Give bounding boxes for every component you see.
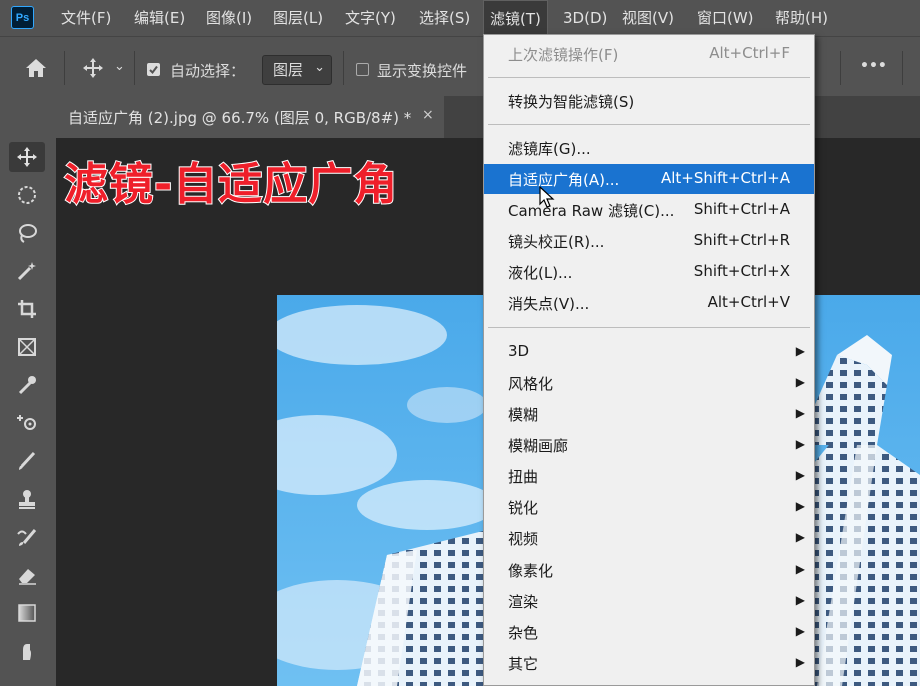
- menu-item-video[interactable]: 视频 ▶: [484, 523, 814, 553]
- home-icon[interactable]: [24, 57, 48, 83]
- chevron-right-icon: ▶: [795, 375, 805, 389]
- photoshop-logo-icon[interactable]: Ps: [11, 6, 34, 29]
- menu-item-blur[interactable]: 模糊 ▶: [484, 399, 814, 429]
- eraser-icon[interactable]: [9, 560, 45, 590]
- smudge-tool-icon[interactable]: [9, 636, 45, 666]
- chevron-down-icon[interactable]: ⌄: [114, 59, 125, 74]
- mouse-cursor-icon: [539, 186, 555, 208]
- healing-brush-icon[interactable]: [9, 408, 45, 438]
- chevron-right-icon: ▶: [795, 655, 805, 669]
- document-tab[interactable]: 自适应广角 (2).jpg @ 66.7% (图层 0, RGB/8#) * ×: [56, 96, 444, 138]
- menu-divider: [488, 124, 810, 125]
- menu-item-convert-smart-filter[interactable]: 转换为智能滤镜(S): [484, 86, 814, 116]
- chevron-right-icon: ▶: [795, 530, 805, 544]
- menu-divider: [488, 77, 810, 78]
- auto-select-label: 自动选择：: [170, 62, 246, 80]
- menu-item-stylize[interactable]: 风格化 ▶: [484, 368, 814, 398]
- eyedropper-icon[interactable]: [9, 370, 45, 400]
- menu-item-camera-raw[interactable]: Camera Raw 滤镜(C)... Shift+Ctrl+A: [484, 195, 814, 225]
- chevron-down-icon: ⌄: [314, 60, 325, 75]
- menu-item-other[interactable]: 其它 ▶: [484, 648, 814, 678]
- clone-stamp-icon[interactable]: [9, 484, 45, 514]
- menu-item-pixelate[interactable]: 像素化 ▶: [484, 555, 814, 585]
- lasso-tool-icon[interactable]: [9, 218, 45, 248]
- menu-3d[interactable]: 3D(D): [563, 0, 607, 36]
- layer-select-dropdown[interactable]: 图层 ⌄: [262, 55, 332, 85]
- menu-filter[interactable]: 滤镜(T): [483, 0, 548, 36]
- menu-layer[interactable]: 图层(L): [273, 0, 323, 36]
- menu-help[interactable]: 帮助(H): [775, 0, 828, 36]
- menu-item-noise[interactable]: 杂色 ▶: [484, 617, 814, 647]
- menu-view[interactable]: 视图(V): [622, 0, 674, 36]
- chevron-right-icon: ▶: [795, 468, 805, 482]
- marquee-tool-icon[interactable]: [9, 180, 45, 210]
- show-transform-label: 显示变换控件: [377, 62, 468, 80]
- layer-select-value: 图层: [273, 61, 304, 79]
- menu-edit[interactable]: 编辑(E): [134, 0, 185, 36]
- move-tool-icon[interactable]: [9, 142, 45, 172]
- filter-menu-dropdown: 上次滤镜操作(F) Alt+Ctrl+F 转换为智能滤镜(S) 滤镜库(G)...…: [483, 34, 815, 686]
- gradient-tool-icon[interactable]: [9, 598, 45, 628]
- menu-item-lens-correction[interactable]: 镜头校正(R)... Shift+Ctrl+R: [484, 226, 814, 256]
- menu-type[interactable]: 文字(Y): [345, 0, 396, 36]
- menu-item-vanishing-point[interactable]: 消失点(V)... Alt+Ctrl+V: [484, 288, 814, 318]
- menu-item-filter-gallery[interactable]: 滤镜库(G)...: [484, 133, 814, 163]
- close-icon[interactable]: ×: [422, 107, 434, 123]
- menu-window[interactable]: 窗口(W): [697, 0, 754, 36]
- chevron-right-icon: ▶: [795, 624, 805, 638]
- brush-tool-icon[interactable]: [9, 446, 45, 476]
- menu-image[interactable]: 图像(I): [206, 0, 252, 36]
- magic-wand-icon[interactable]: [9, 256, 45, 286]
- menu-item-distort[interactable]: 扭曲 ▶: [484, 461, 814, 491]
- more-options-icon[interactable]: •••: [860, 58, 887, 74]
- frame-tool-icon[interactable]: [9, 332, 45, 362]
- move-options-icon[interactable]: [82, 57, 104, 83]
- chevron-right-icon: ▶: [795, 499, 805, 513]
- menu-item-3d[interactable]: 3D ▶: [484, 337, 814, 367]
- menu-file[interactable]: 文件(F): [61, 0, 111, 36]
- menu-item-adaptive-wide-angle[interactable]: 自适应广角(A)... Alt+Shift+Ctrl+A: [484, 164, 814, 194]
- show-transform-checkbox[interactable]: [356, 63, 369, 76]
- menu-item-blur-gallery[interactable]: 模糊画廊 ▶: [484, 430, 814, 460]
- chevron-right-icon: ▶: [795, 344, 805, 358]
- history-brush-icon[interactable]: [9, 522, 45, 552]
- menu-bar: Ps 文件(F) 编辑(E) 图像(I) 图层(L) 文字(Y) 选择(S) 滤…: [0, 0, 920, 36]
- menu-divider: [488, 327, 810, 328]
- chevron-right-icon: ▶: [795, 562, 805, 576]
- overlay-title: 滤镜-自适应广角: [63, 158, 399, 211]
- crop-tool-icon[interactable]: [9, 294, 45, 324]
- menu-select[interactable]: 选择(S): [419, 0, 470, 36]
- tools-panel: [0, 96, 56, 686]
- chevron-right-icon: ▶: [795, 593, 805, 607]
- menu-item-last-filter: 上次滤镜操作(F) Alt+Ctrl+F: [508, 44, 790, 64]
- menu-item-liquify[interactable]: 液化(L)... Shift+Ctrl+X: [484, 257, 814, 287]
- document-tab-title: 自适应广角 (2).jpg @ 66.7% (图层 0, RGB/8#) *: [68, 109, 412, 127]
- chevron-right-icon: ▶: [795, 406, 805, 420]
- auto-select-checkbox[interactable]: [147, 63, 160, 76]
- chevron-right-icon: ▶: [795, 437, 805, 451]
- menu-item-sharpen[interactable]: 锐化 ▶: [484, 492, 814, 522]
- menu-item-render[interactable]: 渲染 ▶: [484, 586, 814, 616]
